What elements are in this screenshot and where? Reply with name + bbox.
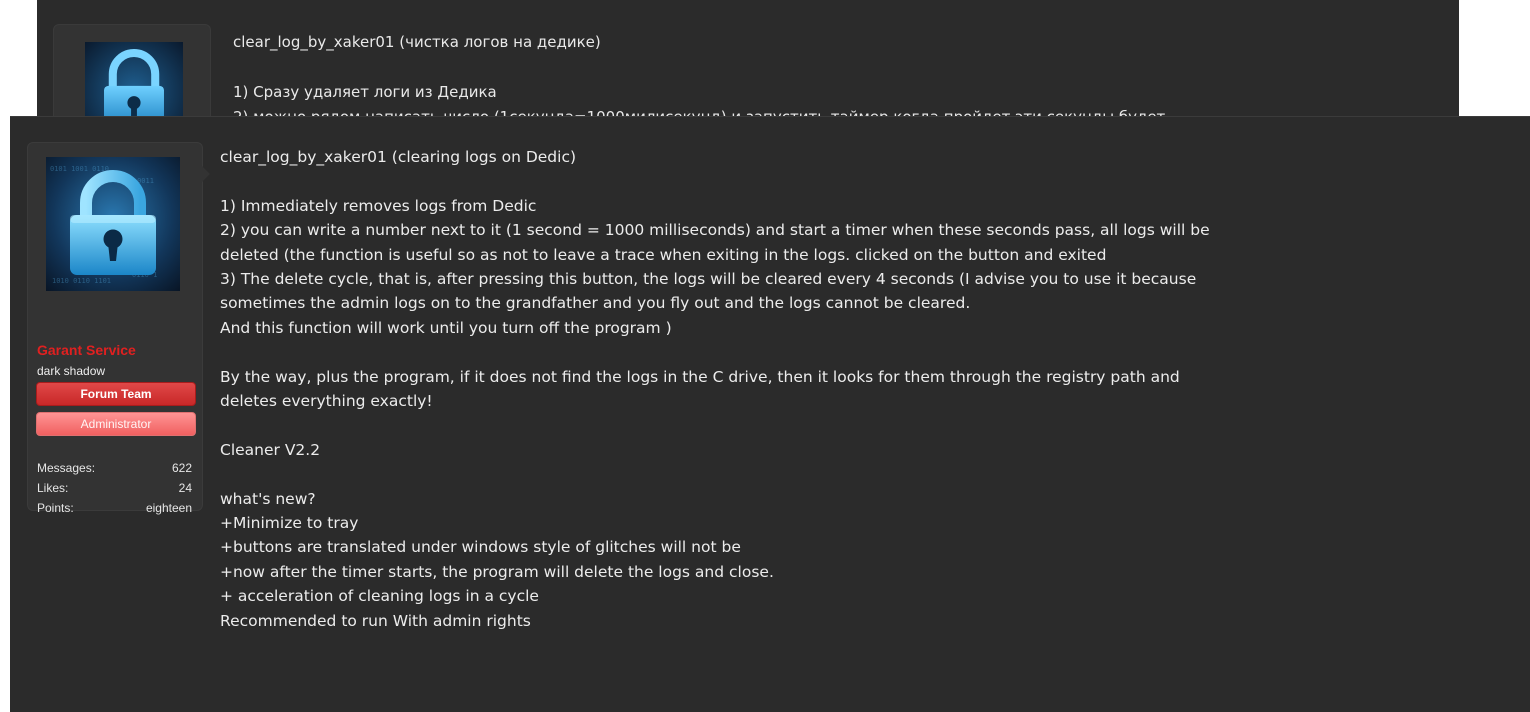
post-line (220, 169, 1520, 193)
post-line: +Minimize to tray (220, 514, 359, 533)
stat-value[interactable]: 24 (179, 478, 192, 498)
post-line (220, 413, 1520, 437)
svg-text:1010 0110 1101: 1010 0110 1101 (52, 277, 111, 285)
post-line: +buttons are translated under windows st… (220, 538, 741, 557)
stat-label: Messages: (37, 461, 96, 475)
post-line: clear_log_by_xaker01 (clearing logs on D… (220, 148, 577, 166)
post-line: + acceleration of cleaning logs in a cyc… (220, 587, 539, 606)
post-body: clear_log_by_xaker01 (clearing logs on D… (220, 145, 1520, 633)
post-line: 1) Immediately removes logs from Dedic (220, 196, 537, 215)
post-line: And this function will work until you tu… (220, 318, 672, 337)
post-line: clear_log_by_xaker01 (чистка логов на де… (233, 33, 601, 51)
post-line (220, 340, 1520, 364)
user-title: dark shadow (37, 364, 106, 378)
stat-value[interactable]: eighteen (146, 498, 192, 518)
post-line (220, 462, 1520, 486)
administrator-banner: Administrator (36, 412, 196, 436)
username[interactable]: Garant Service (37, 342, 136, 358)
user-stats: Messages: 622 Likes: 24 Points: eighteen (37, 458, 192, 518)
forum-team-banner: Forum Team (36, 382, 196, 406)
stat-points: Points: eighteen (37, 498, 192, 518)
post-line: what's new? (220, 489, 316, 508)
post-line: sometimes the admin logs on to the grand… (220, 294, 971, 313)
svg-text:0101 1001 0110: 0101 1001 0110 (50, 165, 109, 173)
padlock-icon[interactable] (85, 41, 183, 120)
stat-likes: Likes: 24 (37, 478, 192, 498)
stat-value[interactable]: 622 (172, 458, 192, 478)
stat-messages: Messages: 622 (37, 458, 192, 478)
post-line: deleted (the function is useful so as no… (220, 245, 1107, 264)
post-line: Recommended to run With admin rights (220, 611, 531, 630)
post-line: By the way, plus the program, if it does… (220, 367, 1180, 386)
original-post-profile (53, 24, 211, 120)
post-line: +now after the timer starts, the program… (220, 562, 774, 581)
original-post-text: clear_log_by_xaker01 (чистка логов на де… (233, 30, 1165, 120)
original-post-panel: clear_log_by_xaker01 (чистка логов на де… (37, 0, 1459, 120)
post-line: 2) you can write a number next to it (1 … (220, 221, 1210, 240)
post-line: 1) Сразу удаляет логи из Дедика (233, 83, 497, 101)
post-line: deletes everything exactly! (220, 392, 433, 411)
stat-label: Likes: (37, 481, 69, 495)
padlock-icon[interactable]: 0101 1001 0110 1101 0011 1010 0110 1101 … (46, 157, 180, 291)
post-line: 3) The delete cycle, that is, after pres… (220, 270, 1197, 289)
stat-label: Points: (37, 501, 74, 515)
translated-post-panel: 0101 1001 0110 1101 0011 1010 0110 1101 … (10, 116, 1530, 712)
profile-pointer-arrow (201, 165, 210, 183)
post-line: Cleaner V2.2 (220, 440, 321, 459)
user-profile-card: 0101 1001 0110 1101 0011 1010 0110 1101 … (27, 142, 203, 515)
post-line (233, 55, 1165, 80)
